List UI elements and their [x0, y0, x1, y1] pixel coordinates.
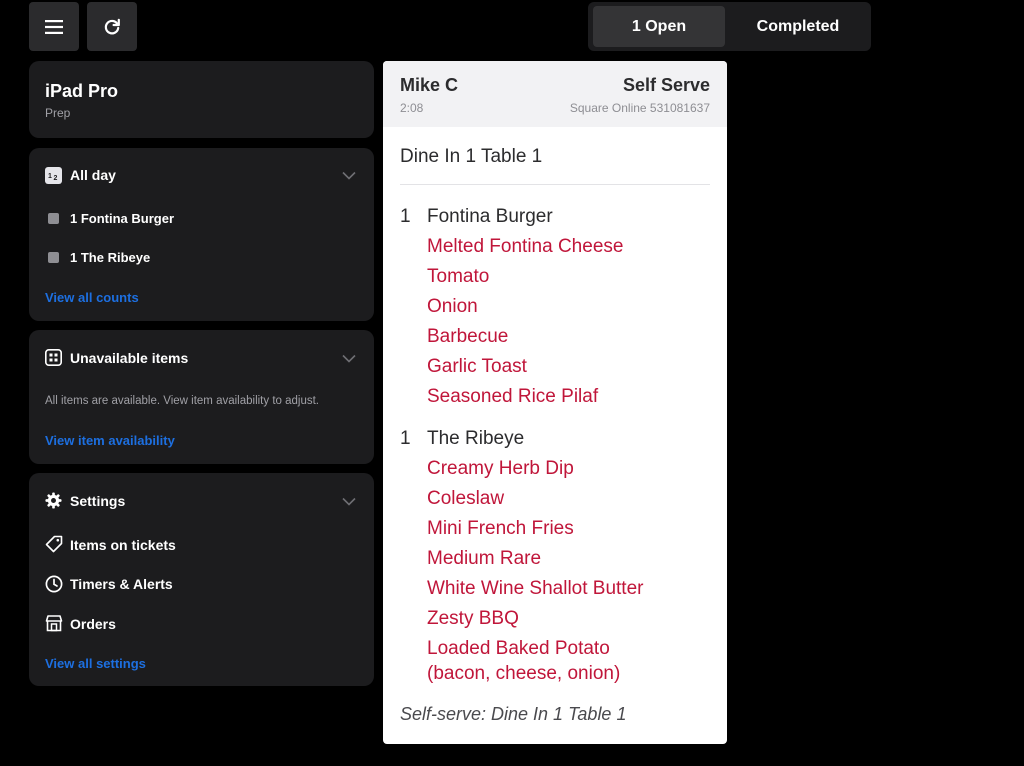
settings-title: Settings [70, 493, 126, 509]
ticket-service-type: Self Serve [622, 75, 710, 95]
all-day-card: 1 2 All day 1 Fontina Burger 1 The Ribey… [29, 148, 374, 321]
availability-message: All items are available. View item avail… [45, 395, 319, 407]
clock-icon [45, 575, 63, 593]
settings-item-items-on-tickets[interactable]: Items on tickets [70, 537, 176, 553]
ticket-elapsed-time: 2:08 [400, 101, 424, 115]
ticket-status-toggle: 1 Open Completed [588, 2, 871, 51]
ticket-header: Mike C Self Serve 2:08 Square Online 531… [383, 61, 727, 127]
tab-completed[interactable]: Completed [729, 6, 867, 47]
view-all-counts-link[interactable]: View all counts [45, 290, 139, 305]
line-item-modifier: Barbecue [427, 326, 509, 347]
ticket-dining-option: Dine In 1 Table 1 [400, 146, 543, 167]
refresh-icon [104, 18, 120, 34]
line-item-modifier: Tomato [427, 266, 490, 287]
all-day-count-item: 1 The Ribeye [70, 250, 151, 265]
line-item-modifier: Onion [427, 296, 478, 317]
line-item-name: The Ribeye [427, 428, 525, 449]
view-item-availability-link[interactable]: View item availability [45, 433, 175, 448]
store-icon [45, 615, 63, 632]
chevron-down-icon[interactable] [342, 171, 356, 180]
line-item-modifier: Mini French Fries [427, 518, 574, 539]
count-color-swatch [48, 213, 59, 224]
line-item-modifier: Creamy Herb Dip [427, 458, 574, 479]
counter-icon: 1 2 [45, 167, 62, 184]
grid-box-icon [45, 349, 62, 366]
ticket-customer-name: Mike C [400, 75, 459, 95]
line-item-modifier: Seasoned Rice Pilaf [427, 386, 599, 407]
tag-icon [45, 535, 63, 553]
line-item-quantity: 1 [400, 206, 411, 227]
line-item-modifier: Loaded Baked Potato [427, 638, 610, 659]
chevron-down-icon[interactable] [342, 354, 356, 363]
svg-text:1: 1 [48, 173, 52, 180]
line-item-modifier: Melted Fontina Cheese [427, 236, 624, 257]
chevron-down-icon[interactable] [342, 497, 356, 506]
settings-item-timers-alerts[interactable]: Timers & Alerts [70, 576, 173, 592]
device-role: Prep [45, 106, 71, 120]
menu-button[interactable] [29, 2, 79, 51]
count-color-swatch [48, 252, 59, 263]
line-item-name: Fontina Burger [427, 206, 553, 227]
line-item-modifier: Garlic Toast [427, 356, 527, 377]
ticket-footer-note: Self-serve: Dine In 1 Table 1 [400, 704, 627, 724]
unavailable-items-title: Unavailable items [70, 350, 189, 366]
unavailable-items-card: Unavailable items All items are availabl… [29, 330, 374, 464]
gear-icon [45, 492, 62, 509]
line-item-modifier: Coleslaw [427, 488, 505, 509]
refresh-button[interactable] [87, 2, 137, 51]
line-item-quantity: 1 [400, 428, 411, 449]
ticket-divider [400, 184, 710, 185]
settings-card: Settings Items on tickets Timers & Alert… [29, 473, 374, 686]
line-item-modifier: Medium Rare [427, 548, 542, 569]
line-item-modifier: White Wine Shallot Butter [427, 578, 644, 599]
svg-text:2: 2 [54, 175, 58, 182]
settings-item-orders[interactable]: Orders [70, 616, 116, 632]
view-all-settings-link[interactable]: View all settings [45, 656, 146, 671]
device-name: iPad Pro [45, 81, 119, 101]
all-day-count-item: 1 Fontina Burger [70, 211, 175, 226]
all-day-title: All day [70, 167, 116, 183]
tab-open[interactable]: 1 Open [593, 6, 725, 47]
line-item-modifier: Zesty BBQ [427, 608, 519, 629]
order-ticket[interactable]: Mike C Self Serve 2:08 Square Online 531… [383, 61, 727, 744]
line-item-modifier: (bacon, cheese, onion) [427, 663, 621, 684]
ticket-order-source: Square Online 531081637 [569, 101, 710, 115]
hamburger-icon [45, 19, 63, 34]
device-card[interactable]: iPad Pro Prep [29, 61, 374, 138]
